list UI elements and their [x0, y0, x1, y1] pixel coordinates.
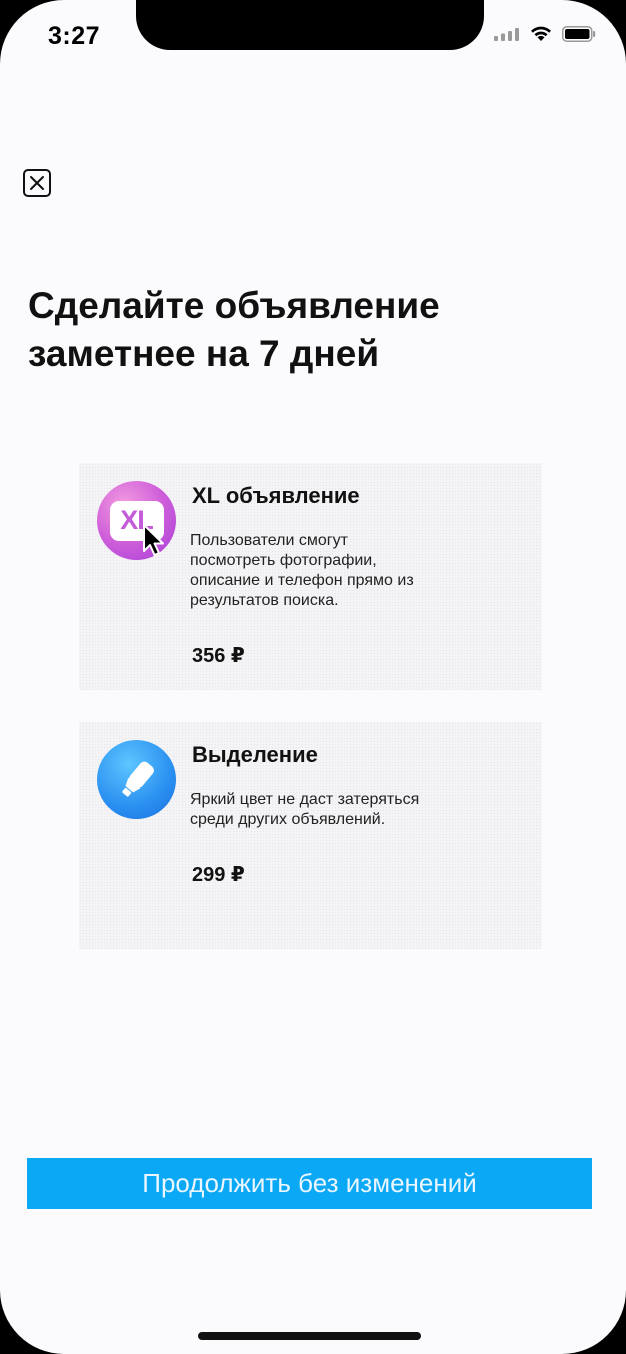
option-title: XL объявление [192, 483, 360, 508]
continue-without-changes-button[interactable]: Продолжить без изменений [27, 1158, 592, 1209]
close-icon [30, 176, 44, 190]
option-price: 299 ₽ [192, 864, 245, 886]
battery-icon [562, 26, 596, 47]
status-icons [494, 26, 596, 47]
option-description: Яркий цвет не даст затеряться среди друг… [190, 791, 420, 828]
notch [136, 0, 484, 50]
option-title: Выделение [192, 742, 318, 767]
option-price: 356 ₽ [192, 645, 245, 667]
option-card-xl[interactable]: XL XL объявление Пользователи смогут пос… [79, 463, 542, 690]
highlighter-icon [97, 740, 176, 819]
option-card-highlight[interactable]: Выделение Яркий цвет не даст затеряться … [79, 722, 542, 949]
status-time: 3:27 [48, 22, 101, 50]
page-title: Сделайте объявление заметнее на 7 дней [28, 285, 440, 374]
cellular-signal-icon [494, 27, 520, 46]
marker-glyph [121, 761, 154, 797]
option-description: Пользователи смогут посмотреть фотографи… [190, 532, 414, 609]
close-button[interactable] [23, 169, 51, 197]
home-indicator[interactable] [198, 1332, 421, 1340]
phone-screen: 3:27 Сделайте объявление заметнее на 7 д… [0, 0, 626, 1354]
wifi-icon [530, 26, 552, 47]
mouse-pointer-icon [143, 524, 164, 556]
